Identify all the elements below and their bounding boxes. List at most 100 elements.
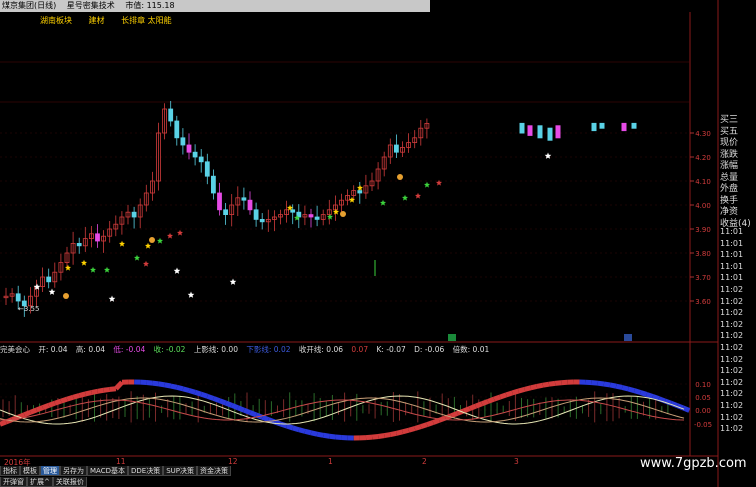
trend-segment	[224, 400, 233, 408]
trend-segment	[152, 380, 159, 387]
trend-segment	[395, 429, 404, 436]
sub-openline: 收开线: 0.06	[298, 345, 344, 354]
market-value: 市值: 115.18	[125, 1, 175, 10]
sub-open: 开: 0.04	[38, 345, 68, 354]
candle-body	[223, 209, 229, 216]
trend-segment	[310, 430, 318, 437]
sub-tick-label: 0.00	[695, 407, 711, 415]
trend-segment	[47, 400, 56, 408]
price-tick-label: 4.20	[695, 154, 711, 162]
candle-body	[186, 144, 192, 153]
event-marker	[624, 334, 632, 341]
trend-segment	[146, 380, 153, 386]
tag-concept[interactable]: 长排章 太阳能	[121, 16, 172, 25]
candle-body	[180, 137, 186, 146]
trend-segment	[109, 386, 117, 392]
trend-segment	[322, 432, 330, 439]
candle-body	[259, 218, 265, 223]
trend-segment	[176, 384, 184, 392]
linked-quote-button[interactable]: 关联报价	[52, 477, 87, 487]
tab-macd[interactable]: MACD基本	[87, 466, 128, 476]
chart-canvas[interactable]: 4.30 4.20 4.10 4.00 3.90 3.80 3.70 3.60 0.10 0.05…	[0, 0, 756, 487]
date-axis: 2016年 11 12 1 2 3	[0, 457, 718, 467]
sub-mid: 0.07	[351, 345, 369, 354]
trade-time: 11:01	[720, 261, 744, 271]
trend-segment	[249, 410, 258, 418]
sub-k: K: -0.07	[376, 345, 406, 354]
tab-indicator[interactable]: 指标	[0, 466, 20, 476]
tab-dde[interactable]: DDE决策	[127, 466, 164, 476]
trend-segment	[72, 393, 80, 400]
sub-tick-label: -0.05	[694, 421, 712, 429]
trade-time: 11:02	[720, 401, 744, 410]
toolbar-tabs: 开弹窗 扩展^ 关联报价	[0, 477, 87, 487]
expand-button[interactable]: 扩展^	[27, 477, 53, 487]
price-tick-label: 4.10	[695, 178, 711, 186]
candle-body	[168, 108, 174, 122]
candle-body	[547, 127, 553, 141]
sub-indicator-info: 完美会心 开: 0.04 高: 0.04 低: -0.04 收: -0.02 上…	[0, 344, 495, 355]
trend-segment	[54, 398, 62, 406]
trend-segment	[487, 396, 495, 404]
signal-star	[143, 260, 149, 267]
candle-body	[241, 197, 247, 201]
signal-star	[90, 266, 96, 273]
trade-time: 11:02	[720, 343, 744, 352]
signal-star	[48, 288, 56, 295]
trend-segment	[682, 405, 691, 413]
tag-sector[interactable]: 湖南板块	[40, 16, 72, 25]
tag-industry[interactable]: 建材	[89, 16, 105, 25]
candle-body	[198, 156, 204, 163]
popup-button[interactable]: 开弹窗	[0, 477, 27, 487]
trend-segment	[633, 388, 642, 395]
trend-segment	[408, 426, 416, 433]
tab-save-as[interactable]: 另存为	[60, 466, 87, 476]
trend-segment	[530, 383, 538, 391]
candle-body	[621, 122, 627, 132]
trend-segment	[41, 403, 50, 410]
signal-star	[119, 240, 125, 247]
trend-segment	[304, 428, 312, 436]
watermark: www.7gpzb.com	[640, 456, 747, 471]
trend-segment	[23, 410, 32, 418]
candle-body	[131, 211, 137, 218]
trend-segment	[645, 392, 654, 399]
signal-star	[81, 259, 87, 266]
signal-star	[415, 192, 421, 199]
date-label-nov: 11	[116, 457, 126, 466]
low-price-label: ←3.55	[18, 305, 40, 313]
trend-segment	[609, 382, 617, 389]
signal-dot	[63, 293, 69, 299]
trend-segment	[97, 387, 105, 394]
trend-segment	[371, 433, 379, 440]
trend-segment	[35, 405, 44, 413]
candle-body	[76, 242, 82, 247]
candle-body	[555, 125, 561, 139]
trend-segment	[462, 406, 471, 414]
trend-segment	[377, 433, 385, 439]
candle-body	[631, 122, 637, 129]
tab-capital[interactable]: 资金决策	[196, 466, 231, 476]
trend-segment	[236, 405, 245, 413]
trend-segment	[218, 398, 227, 406]
candle-body	[204, 161, 210, 177]
trend-segment	[468, 403, 477, 411]
signal-star	[544, 152, 552, 159]
sub-tick-label: 0.10	[695, 381, 711, 389]
trend-segment	[432, 417, 441, 425]
trend-segment	[182, 386, 190, 393]
trend-segment	[298, 427, 306, 434]
trend-segment	[212, 396, 221, 404]
trend-segment	[103, 386, 111, 393]
tab-sup[interactable]: SUP决策	[163, 466, 197, 476]
trend-segment	[420, 422, 428, 430]
sub-low: 低: -0.04	[113, 345, 146, 354]
trend-segment	[170, 383, 178, 390]
trade-time: 11:02	[720, 331, 744, 341]
tab-template[interactable]: 模板	[20, 466, 40, 476]
tab-manage[interactable]: 管理	[40, 466, 60, 476]
signal-star	[402, 194, 408, 201]
candle-body	[537, 125, 543, 139]
event-marker	[448, 334, 456, 341]
signal-dot	[340, 211, 346, 217]
